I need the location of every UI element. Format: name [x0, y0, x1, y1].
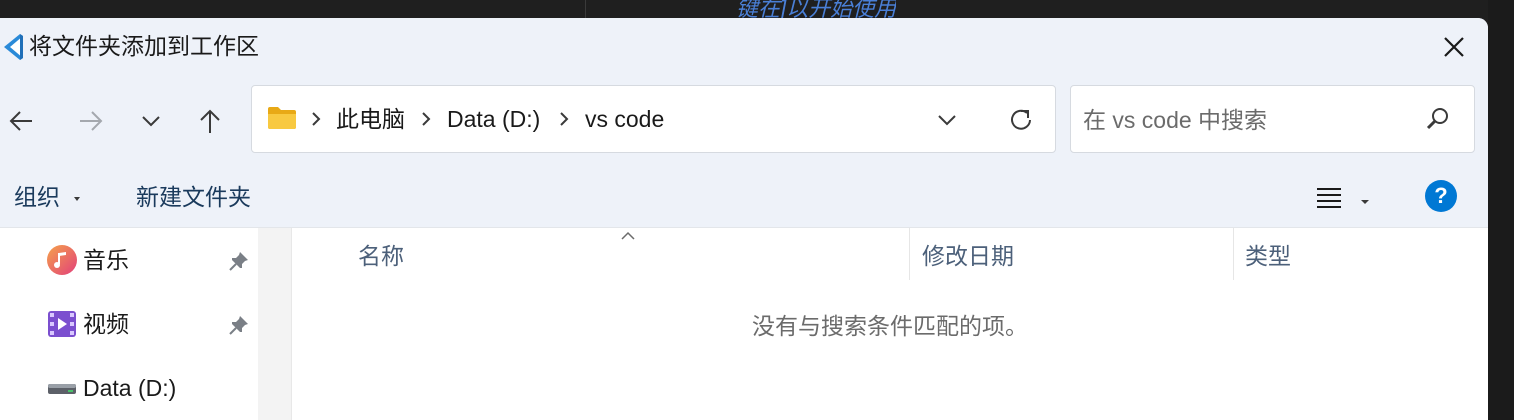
address-bar[interactable]: 此电脑 Data (D:) vs code	[251, 85, 1056, 153]
help-icon: ?	[1434, 183, 1448, 208]
editor-panel-divider	[585, 0, 586, 18]
nav-item-music[interactable]: 音乐	[44, 240, 258, 280]
navigation-bar: 此电脑 Data (D:) vs code	[0, 75, 1488, 167]
pin-icon	[228, 314, 250, 336]
breadcrumb-separator-icon	[309, 110, 323, 128]
back-button[interactable]	[3, 103, 39, 139]
forward-button[interactable]	[73, 103, 109, 139]
view-options-dropdown[interactable]	[1359, 193, 1371, 211]
editor-hint-text: 键在]以开始使用	[736, 0, 897, 18]
vscode-logo-icon	[0, 32, 24, 62]
refresh-button[interactable]	[1007, 106, 1035, 139]
breadcrumb-separator-icon	[419, 110, 433, 128]
arrow-right-icon	[80, 111, 103, 131]
organize-label: 组织	[14, 184, 60, 210]
close-icon	[1444, 37, 1464, 57]
close-button[interactable]	[1432, 28, 1476, 66]
chevron-down-icon	[142, 116, 160, 127]
arrow-up-icon	[200, 109, 220, 133]
recent-locations-button[interactable]	[133, 103, 169, 139]
search-icon[interactable]	[1425, 106, 1451, 137]
address-history-button[interactable]	[936, 109, 958, 136]
file-list: 名称 修改日期 类型 没有与搜索条件匹配的项。	[292, 228, 1488, 420]
caret-down-icon	[74, 196, 81, 201]
dialog-title: 将文件夹添加到工作区	[29, 33, 259, 59]
new-folder-button[interactable]: 新建文件夹	[136, 181, 251, 213]
breadcrumb-this-pc[interactable]: 此电脑	[336, 103, 405, 135]
chevron-down-icon	[938, 115, 956, 126]
column-header-date-modified[interactable]: 修改日期	[922, 240, 1014, 272]
breadcrumb-data-drive[interactable]: Data (D:)	[447, 103, 540, 135]
breadcrumb-separator-icon	[557, 110, 571, 128]
column-header-type[interactable]: 类型	[1245, 240, 1291, 272]
drive-icon	[46, 372, 78, 404]
sort-ascending-icon	[620, 228, 636, 246]
music-icon	[46, 244, 78, 276]
nav-item-data-drive[interactable]: Data (D:)	[44, 368, 258, 408]
nav-item-label: Data (D:)	[83, 375, 177, 401]
pin-icon	[228, 250, 250, 272]
up-button[interactable]	[192, 103, 228, 139]
command-bar: 组织 新建文件夹 ?	[0, 167, 1488, 228]
add-folder-dialog: 将文件夹添加到工作区 此电脑 Data (D:) vs code 在 vs co…	[0, 18, 1488, 420]
navigation-pane: 音乐 视频 Data (D:)	[0, 228, 258, 420]
view-options-button[interactable]	[1316, 186, 1342, 213]
list-view-icon	[1317, 188, 1341, 208]
navigation-pane-scrollbar[interactable]	[258, 228, 291, 420]
arrow-left-icon	[9, 111, 32, 131]
caret-down-icon	[1361, 200, 1369, 204]
nav-item-label: 视频	[83, 311, 129, 337]
search-input[interactable]	[1083, 104, 1413, 136]
empty-state-message: 没有与搜索条件匹配的项。	[752, 313, 1028, 339]
video-icon	[46, 308, 78, 340]
organize-menu-button[interactable]: 组织	[14, 181, 82, 213]
folder-icon	[267, 105, 297, 136]
refresh-icon	[1011, 109, 1031, 130]
title-bar: 将文件夹添加到工作区	[0, 18, 1488, 75]
nav-item-videos[interactable]: 视频	[44, 304, 258, 344]
column-divider[interactable]	[1233, 228, 1234, 280]
nav-item-label: 音乐	[83, 247, 129, 273]
column-divider[interactable]	[909, 228, 910, 280]
help-button[interactable]: ?	[1425, 180, 1457, 212]
editor-background-right	[1488, 0, 1514, 420]
breadcrumb-vs-code[interactable]: vs code	[585, 103, 664, 135]
search-box[interactable]	[1070, 85, 1475, 153]
column-header-name[interactable]: 名称	[358, 240, 404, 272]
